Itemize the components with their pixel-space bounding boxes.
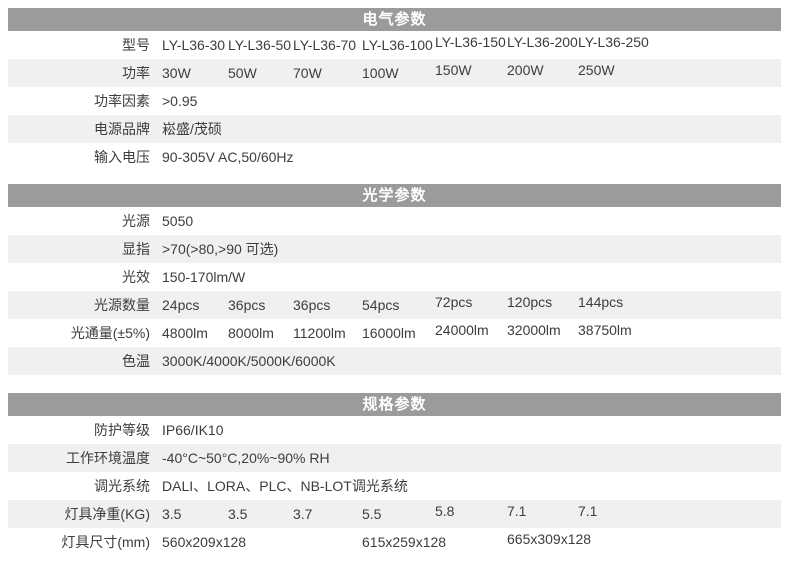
cell-value: 16000lm [362, 319, 416, 347]
table-row: 光效 150-170lm/W [8, 263, 781, 291]
cell-value: LY-L36-150 [435, 28, 506, 56]
cell-value: 50W [228, 59, 257, 87]
cell-value: >0.95 [162, 87, 197, 115]
cell-value: 72pcs [435, 288, 472, 316]
cell-value: 7.1 [578, 497, 597, 525]
row-label: 电源品牌 [8, 115, 150, 143]
cell-value: LY-L36-70 [293, 31, 356, 59]
row-label: 功率因素 [8, 87, 150, 115]
section-title: 规格参数 [8, 393, 781, 416]
cell-value: 11200lm [293, 319, 346, 347]
cell-value: 5050 [162, 207, 193, 235]
table-row: 显指 >70(>80,>90 可选) [8, 235, 781, 263]
cell-value: 3000K/4000K/5000K/6000K [162, 347, 336, 375]
cell-value: 崧盛/茂硕 [162, 115, 222, 143]
cell-value: 144pcs [578, 288, 623, 316]
table-row: 防护等级 IP66/IK10 [8, 416, 781, 444]
table-row: 工作环境温度 -40°C~50°C,20%~90% RH [8, 444, 781, 472]
cell-value: -40°C~50°C,20%~90% RH [162, 444, 330, 472]
cell-value: 150W [435, 56, 472, 84]
row-label: 灯具尺寸(mm) [8, 528, 150, 556]
row-label: 光通量(±5%) [8, 319, 150, 347]
cell-value: DALI、LORA、PLC、NB-LOT调光系统 [162, 472, 408, 500]
cell-value: 8000lm [228, 319, 274, 347]
row-label: 功率 [8, 59, 150, 87]
table-row: 光通量(±5%) 4800lm 8000lm 11200lm 16000lm 24000l… [8, 319, 781, 347]
table-row: 光源数量 24pcs 36pcs 36pcs 54pcs 72pcs 120pcs 144pc… [8, 291, 781, 319]
section-rows: 防护等级 IP66/IK10 工作环境温度 -40°C~50°C,20%~90% RH… [8, 416, 781, 556]
cell-value: 7.1 [507, 497, 526, 525]
row-label: 型号 [8, 31, 150, 59]
table-row: 调光系统 DALI、LORA、PLC、NB-LOT调光系统 [8, 472, 781, 500]
table-row: 灯具尺寸(mm) 560x209x128 615x259x128 665x309x12… [8, 528, 781, 556]
cell-value: 36pcs [228, 291, 265, 319]
row-label: 光源数量 [8, 291, 150, 319]
row-label: 光效 [8, 263, 150, 291]
cell-value: 24pcs [162, 291, 199, 319]
cell-value: 200W [507, 56, 544, 84]
table-row: 色温 3000K/4000K/5000K/6000K [8, 347, 781, 375]
cell-value: LY-L36-200 [507, 28, 578, 56]
cell-value: 90-305V AC,50/60Hz [162, 143, 294, 171]
cell-value: 5.8 [435, 497, 454, 525]
cell-value: 3.5 [228, 500, 247, 528]
cell-value: 615x259x128 [362, 528, 446, 556]
row-label: 工作环境温度 [8, 444, 150, 472]
cell-value: 38750lm [578, 316, 632, 344]
cell-value: 32000lm [507, 316, 561, 344]
cell-value: LY-L36-30 [162, 31, 225, 59]
cell-value: 250W [578, 56, 615, 84]
section-rows: 光源5050显指>70(>80,>90 可选)光效150-170lm/W光源数量… [8, 207, 781, 375]
cell-value: 665x309x128 [507, 525, 591, 553]
cell-value: 70W [293, 59, 322, 87]
section-rows: 型号LY-L36-30LY-L36-50LY-L36-70LY-L36-100L… [8, 31, 781, 171]
cell-value: 3.5 [162, 500, 181, 528]
section-title: 电气参数 [8, 8, 781, 31]
cell-value: 150-170lm/W [162, 263, 245, 291]
cell-value: >70(>80,>90 可选) [162, 235, 278, 263]
cell-value: 3.7 [293, 500, 312, 528]
row-label: 显指 [8, 235, 150, 263]
cell-value: 100W [362, 59, 399, 87]
row-label: 输入电压 [8, 143, 150, 171]
row-label: 防护等级 [8, 416, 150, 444]
section-optical-params: 光学参数 光源 5050 显指 >70(>80,>90 可选) 光效 150-170lm/… [8, 184, 781, 375]
table-row: 输入电压 90-305V AC,50/60Hz [8, 143, 781, 171]
section-title: 光学参数 [8, 184, 781, 207]
cell-value: 560x209x128 [162, 528, 246, 556]
row-label: 调光系统 [8, 472, 150, 500]
cell-value: 24000lm [435, 316, 489, 344]
cell-value: LY-L36-100 [362, 31, 433, 59]
cell-value: 4800lm [162, 319, 208, 347]
section-spec-params: 规格参数 防护等级 IP66/IK10 工作环境温度 -40°C~50°C,20%~9… [8, 393, 781, 556]
cell-value: 5.5 [362, 500, 381, 528]
table-row: 电源品牌崧盛/茂硕 [8, 115, 781, 143]
cell-value: LY-L36-50 [228, 31, 291, 59]
cell-value: 30W [162, 59, 191, 87]
section-electrical-params: 电气参数 型号LY-L36-30LY-L36-50LY-L36-70LY-L36… [8, 8, 781, 171]
row-label: 色温 [8, 347, 150, 375]
row-label: 光源 [8, 207, 150, 235]
table-row: 功率 30W 50W 70W 100W 150W 200W 250W [8, 59, 781, 87]
table-row: 型号LY-L36-30LY-L36-50LY-L36-70LY-L36-100L… [8, 31, 781, 59]
table-row: 光源 5050 [8, 207, 781, 235]
cell-value: 54pcs [362, 291, 399, 319]
cell-value: IP66/IK10 [162, 416, 224, 444]
row-label: 灯具净重(KG) [8, 500, 150, 528]
table-row: 功率因素 >0.95 [8, 87, 781, 115]
table-row: 灯具净重(KG) 3.5 3.5 3.7 5.5 5.8 7.1 7.1 [8, 500, 781, 528]
cell-value: LY-L36-250 [578, 28, 649, 56]
cell-value: 36pcs [293, 291, 330, 319]
cell-value: 120pcs [507, 288, 552, 316]
spec-sheet-page: 电气参数 型号LY-L36-30LY-L36-50LY-L36-70LY-L36… [0, 8, 790, 577]
